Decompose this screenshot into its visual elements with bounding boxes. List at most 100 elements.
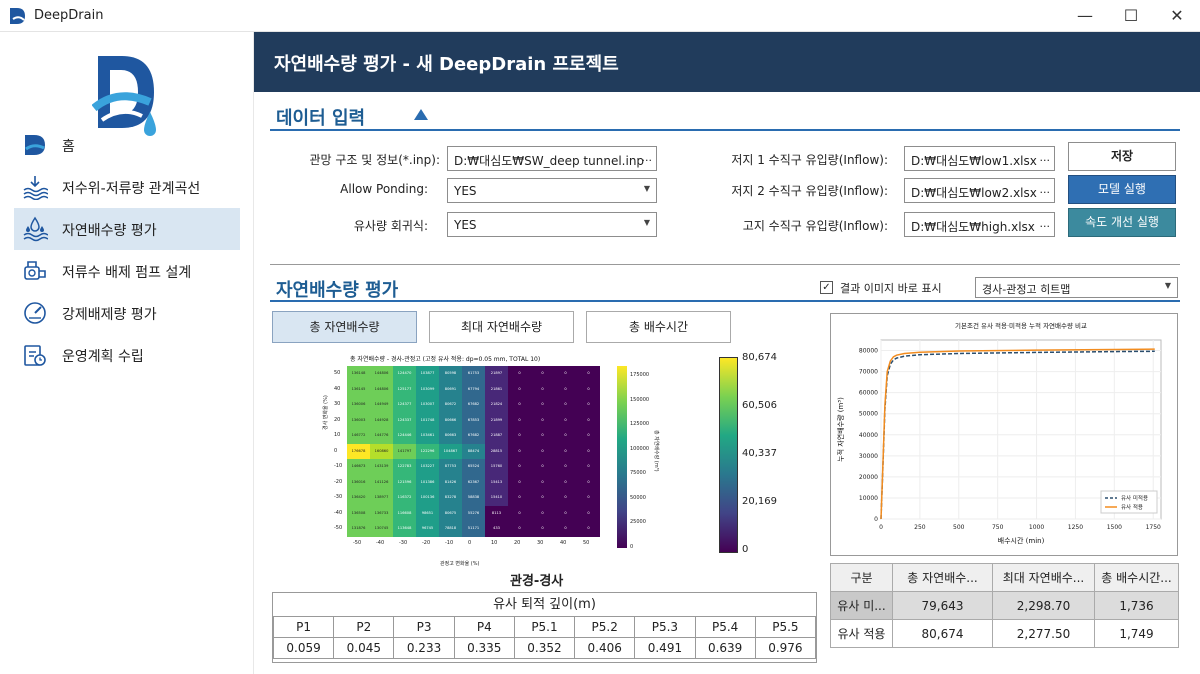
heatmap-cell: 0 — [531, 521, 554, 537]
summary-header-cell[interactable]: 최대 자연배수... — [992, 563, 1095, 592]
speed-run-button[interactable]: 속도 개선 실행 — [1068, 208, 1176, 237]
run-model-button[interactable]: 모델 실행 — [1068, 175, 1176, 204]
heatmap-cell: 136016 — [347, 474, 370, 490]
heatmap-x-tick: 10 — [491, 539, 498, 546]
heatmap-x-tick: -50 — [353, 539, 362, 546]
heatmap-cell: 101748 — [416, 412, 439, 428]
large-colorbar-tick: 80,674 — [742, 352, 777, 363]
sidebar-item-label: 운영계획 수립 — [62, 349, 144, 365]
sediment-header-cell: P3 — [393, 616, 455, 638]
maximize-button[interactable]: ☐ — [1108, 0, 1154, 32]
heatmap-cell: 125177 — [393, 381, 416, 397]
browse-icon[interactable]: ... — [1040, 217, 1051, 230]
sediment-header-cell: P5.4 — [694, 616, 756, 638]
heatmap-cell: 146772 — [347, 428, 370, 444]
browse-icon[interactable]: ... — [1040, 183, 1051, 196]
browse-icon[interactable]: ... — [1040, 151, 1051, 164]
summary-row[interactable]: 유사 적용 80,674 2,277.50 1,749 — [830, 619, 1179, 648]
sidebar-item-natural-drainage[interactable]: 자연배수량 평가 — [14, 208, 240, 250]
heatmap-cell: 0 — [577, 490, 600, 506]
sidebar-item-operation-plan[interactable]: 운영계획 수립 — [14, 334, 240, 376]
heatmap-cell: 0 — [508, 397, 531, 413]
heatmap-cell: 124377 — [393, 397, 416, 413]
section-divider — [270, 300, 1180, 302]
tab-max-drainage[interactable]: 최대 자연배수량 — [429, 311, 574, 343]
ponding-select[interactable]: YES ▼ — [447, 178, 657, 203]
heatmap-cell: 122783 — [393, 459, 416, 475]
sidebar-item-home[interactable]: 홈 — [14, 124, 240, 166]
minimize-button[interactable]: — — [1062, 0, 1108, 32]
heatmap-cell: 124337 — [393, 412, 416, 428]
heatmap-y-tick: 20 — [334, 416, 341, 423]
app-title: DeepDrain — [34, 8, 104, 23]
drainage-icon — [23, 216, 48, 242]
low2-file-field[interactable]: D:₩대심도₩low2.xlsx... — [904, 178, 1055, 203]
heatmap-cell: 121596 — [393, 474, 416, 490]
summary-header-cell[interactable]: 구분 — [830, 563, 893, 592]
heatmap-cell: 0 — [577, 505, 600, 521]
heatmap-title: 총 자연배수량 - 경사-관정고 (고정 유사 적용: dp=0.05 mm, … — [350, 356, 541, 363]
show-image-checkbox[interactable]: ✓ — [820, 281, 833, 294]
colorbar-tick: 100000 — [630, 445, 650, 452]
heatmap-cell: 0 — [577, 474, 600, 490]
heatmap-cell: 67853 — [462, 412, 485, 428]
sidebar-item-level-curve[interactable]: 저수위-저류량 관계곡선 — [14, 166, 240, 208]
sidebar-item-forced-drainage[interactable]: 강제배제량 평가 — [14, 292, 240, 334]
heatmap-y-tick: 10 — [334, 432, 341, 438]
x-tick-label: 250 — [914, 524, 926, 531]
browse-icon[interactable]: ... — [642, 151, 653, 164]
heatmap-cell: 0 — [577, 381, 600, 397]
large-colorbar-tick: 20,169 — [742, 496, 777, 507]
heatmap-cell: 0 — [554, 459, 577, 475]
sidebar-item-label: 자연배수량 평가 — [62, 223, 157, 239]
heatmap-cell: 0 — [531, 412, 554, 428]
heatmap-cell: 0 — [554, 490, 577, 506]
heatmap-y-tick: -50 — [334, 525, 343, 531]
app-logo-icon — [10, 8, 25, 24]
network-file-field[interactable]: D:₩대심도₩SW_deep tunnel.inp... — [447, 146, 657, 171]
colorbar — [617, 366, 627, 548]
heatmap-cell: 0 — [508, 474, 531, 490]
heatmap-cell: 0 — [554, 412, 577, 428]
heatmap-cell: 0 — [577, 397, 600, 413]
colorbar-tick: 0 — [630, 543, 634, 550]
large-colorbar-tick: 40,337 — [742, 448, 777, 459]
heatmap-cell: 80691 — [439, 381, 462, 397]
high-label: 고지 수직구 유입량(Inflow): — [742, 219, 888, 233]
heatmap-cell: 144928 — [370, 412, 393, 428]
save-button[interactable]: 저장 — [1068, 142, 1176, 171]
heatmap-cell: 144776 — [370, 428, 393, 444]
close-button[interactable]: ✕ — [1154, 0, 1200, 32]
heatmap-cell: 0 — [554, 397, 577, 413]
heatmap-cell: 80598 — [439, 366, 462, 382]
summary-cell: 2,277.50 — [992, 619, 1095, 648]
sediment-grid: P1 P2 P3 P4 P5.1 P5.2 P5.3 P5.4 P5.5 0.059 0.045 0… — [272, 616, 817, 659]
heatmap-x-tick: -10 — [445, 539, 454, 546]
heatmap-cell: 0 — [554, 474, 577, 490]
sediment-select[interactable]: YES ▼ — [447, 212, 657, 237]
tab-drain-time[interactable]: 총 배수시간 — [586, 311, 731, 343]
page-title: 자연배수량 평가 - 새 DeepDrain 프로젝트 — [274, 54, 619, 75]
high-file-field[interactable]: D:₩대심도₩high.xlsx... — [904, 212, 1055, 237]
summary-header-cell[interactable]: 총 자연배수... — [892, 563, 993, 592]
tab-total-drainage[interactable]: 총 자연배수량 — [272, 311, 417, 343]
heatmap-cell: 8113 — [485, 505, 508, 521]
sidebar-item-pump-design[interactable]: 저류수 배제 펌프 설계 — [14, 250, 240, 292]
sediment-value-cell: 0.406 — [574, 637, 636, 659]
sediment-value-cell: 0.352 — [513, 637, 576, 659]
heatmap-cell: 103461 — [416, 428, 439, 444]
ponding-label: Allow Ponding: — [340, 182, 428, 196]
sidebar: 홈 저수위-저류량 관계곡선 자연배수량 평가 저류수 배제 펌프 설계 강제배… — [0, 32, 254, 674]
collapse-up-icon[interactable] — [414, 109, 428, 120]
low1-file-field[interactable]: D:₩대심도₩low1.xlsx... — [904, 146, 1055, 171]
heatmap-cell: 78818 — [439, 521, 462, 537]
sediment-value-cell: 0.639 — [694, 637, 756, 659]
heatmap-x-tick: -20 — [422, 539, 431, 546]
view-select[interactable]: 경사-관정고 히트맵 ▼ — [975, 277, 1178, 298]
summary-header-cell[interactable]: 총 배수시간... — [1094, 563, 1179, 592]
show-image-label: 결과 이미지 바로 표시 — [840, 282, 942, 295]
sidebar-item-label: 홈 — [62, 139, 75, 155]
home-logo-icon — [25, 135, 45, 155]
summary-row[interactable]: 유사 미... 79,643 2,298.70 1,736 — [830, 591, 1179, 620]
heatmap-cell: 0 — [577, 459, 600, 475]
